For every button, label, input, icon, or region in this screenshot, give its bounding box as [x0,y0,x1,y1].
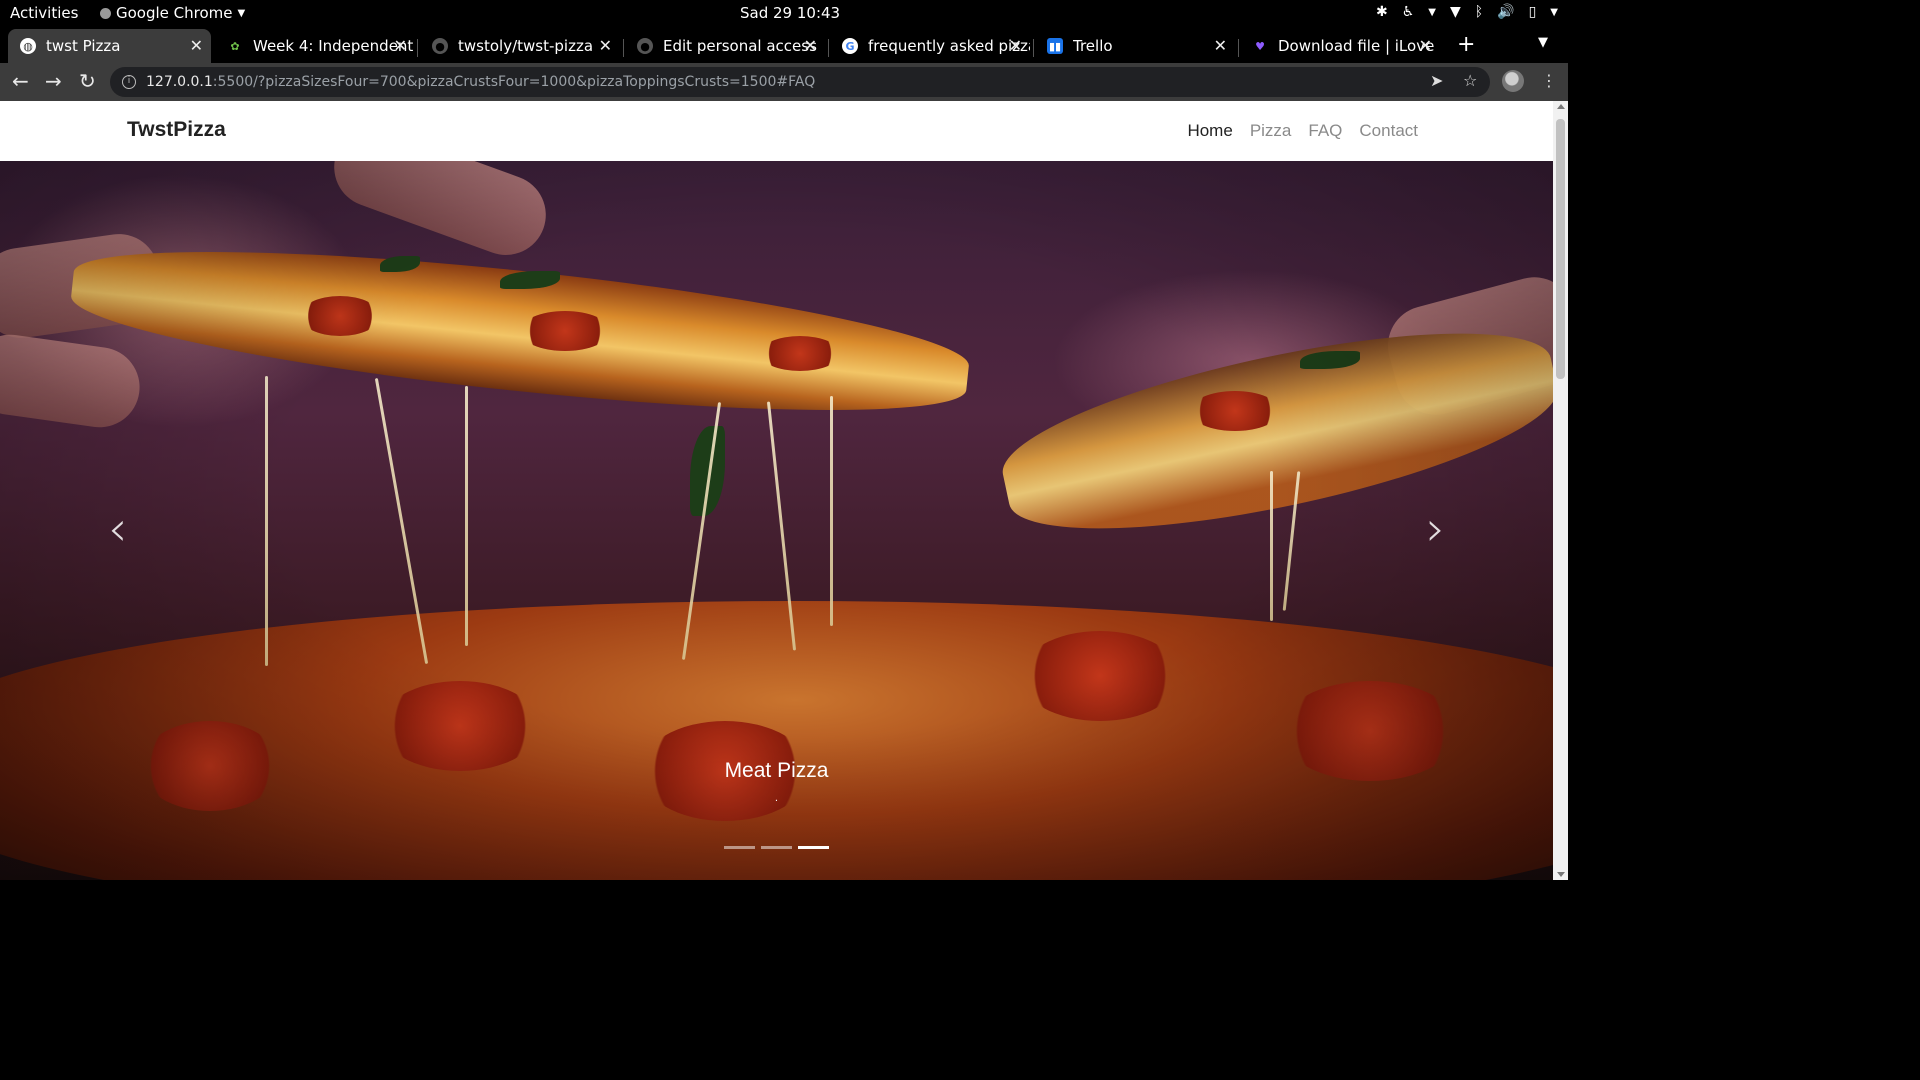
chevron-down-icon: ▼ [1550,6,1558,18]
trello-icon: ▮▮ [1047,38,1063,54]
tab-title: frequently asked pizza [868,37,1030,55]
tab-title: twst Pizza [46,37,121,55]
slack-icon[interactable]: ✱ [1376,4,1388,20]
tab-title: twstoly/twst-pizza [458,37,594,55]
wifi-icon: ▼ [1449,4,1461,20]
google-icon: G [842,38,858,54]
nav-link-contact[interactable]: Contact [1359,121,1418,141]
web-page: TwstPizza Home Pizza FAQ Contact ‹ › Mea… [0,101,1568,880]
ilovepdf-icon: ♥ [1255,39,1265,53]
scroll-up-arrow-icon[interactable] [1557,104,1565,109]
scroll-down-arrow-icon[interactable] [1557,872,1565,877]
scrollbar-thumb[interactable] [1556,119,1565,379]
close-icon[interactable]: ✕ [599,36,612,55]
carousel-next-icon[interactable]: › [1426,501,1445,557]
system-tray[interactable]: ✱ ♿ ▼ ▼ ᛒ 🔊 ▯ ▼ [1376,4,1558,20]
carousel-caption: Meat Pizza [724,759,829,782]
close-icon[interactable]: ✕ [1419,36,1432,55]
chevron-down-icon: ▼ [237,7,246,19]
reload-button[interactable]: ↻ [79,69,96,93]
tab-strip: ◍ twst Pizza ✕ ✿ Week 4: Independent ✕ ●… [0,27,1568,63]
carousel-subcaption: . [774,793,779,804]
forward-button[interactable]: → [45,69,62,93]
back-button[interactable]: ← [12,69,29,93]
chevron-down-icon: ▼ [1428,6,1436,18]
tab-trello[interactable]: ▮▮ Trello ✕ [1035,29,1235,63]
address-bar[interactable]: i 127.0.0.1 :5500/?pizzaSizesFour=700&pi… [110,67,1490,97]
close-icon[interactable]: ✕ [1214,36,1227,55]
page-scrollbar[interactable] [1553,101,1568,880]
carousel-indicator-1[interactable] [724,846,755,849]
app-menu[interactable]: Google Chrome ▼ [100,4,245,22]
carousel-indicator-2[interactable] [761,846,792,849]
url-host: 127.0.0.1 [146,74,213,90]
profile-avatar[interactable] [1502,70,1524,92]
globe-icon: ◍ [20,38,36,54]
tab-separator [1033,39,1034,57]
accessibility-icon[interactable]: ♿ [1402,4,1415,20]
close-icon[interactable]: ✕ [394,36,407,55]
chrome-menu-icon[interactable]: ⋮ [1541,71,1557,90]
tab-github-token[interactable]: ● Edit personal access ✕ [625,29,825,63]
tab-week4[interactable]: ✿ Week 4: Independent ✕ [215,29,415,63]
carousel-prev-icon[interactable]: ‹ [108,501,127,557]
activities-button[interactable]: Activities [10,4,78,22]
clock[interactable]: Sad 29 10:43 [740,4,840,22]
tab-title: Trello [1073,37,1113,55]
site-info-icon[interactable]: i [122,75,136,89]
github-icon: ● [432,38,448,54]
microverse-icon: ✿ [230,39,240,53]
tab-title: Edit personal access [663,37,817,55]
tab-separator [417,39,418,57]
battery-icon: ▯ [1528,4,1537,20]
site-navbar: TwstPizza Home Pizza FAQ Contact [0,101,1553,161]
tab-title: Week 4: Independent [253,37,414,55]
app-name: Google Chrome [116,4,233,22]
github-icon: ● [637,38,653,54]
tab-twst-pizza[interactable]: ◍ twst Pizza ✕ [8,29,211,63]
site-nav-links: Home Pizza FAQ Contact [1187,121,1418,141]
url-path: :5500/?pizzaSizesFour=700&pizzaCrustsFou… [212,74,816,90]
tab-google-search[interactable]: G frequently asked pizza ✕ [830,29,1030,63]
close-icon[interactable]: ✕ [1009,36,1022,55]
tab-separator [1238,39,1239,57]
tab-search-chevron-icon[interactable]: ▼ [1538,35,1548,50]
bookmark-star-icon[interactable]: ☆ [1463,71,1477,90]
hero-carousel: ‹ › Meat Pizza . [0,161,1553,880]
chrome-icon [100,7,111,19]
carousel-indicators [724,846,829,849]
tab-separator [623,39,624,57]
bluetooth-icon: ᛒ [1474,4,1484,20]
system-top-bar: Activities Google Chrome ▼ Sad 29 10:43 … [0,0,1568,27]
close-icon[interactable]: ✕ [804,36,817,55]
tab-separator [828,39,829,57]
site-brand[interactable]: TwstPizza [127,118,226,142]
tab-github-repo[interactable]: ● twstoly/twst-pizza ✕ [420,29,620,63]
carousel-indicator-3[interactable] [798,846,829,849]
send-icon[interactable]: ➤ [1430,71,1443,90]
tab-ilovepdf[interactable]: ♥ Download file | iLove ✕ [1240,29,1440,63]
nav-link-faq[interactable]: FAQ [1308,121,1342,141]
volume-icon: 🔊 [1497,4,1515,20]
nav-link-home[interactable]: Home [1187,121,1232,141]
tab-title: Download file | iLove [1278,37,1435,55]
nav-link-pizza[interactable]: Pizza [1250,121,1292,141]
close-icon[interactable]: ✕ [190,36,203,55]
browser-toolbar: ← → ↻ i 127.0.0.1 :5500/?pizzaSizesFour=… [0,63,1568,101]
new-tab-button[interactable]: + [1457,32,1475,57]
